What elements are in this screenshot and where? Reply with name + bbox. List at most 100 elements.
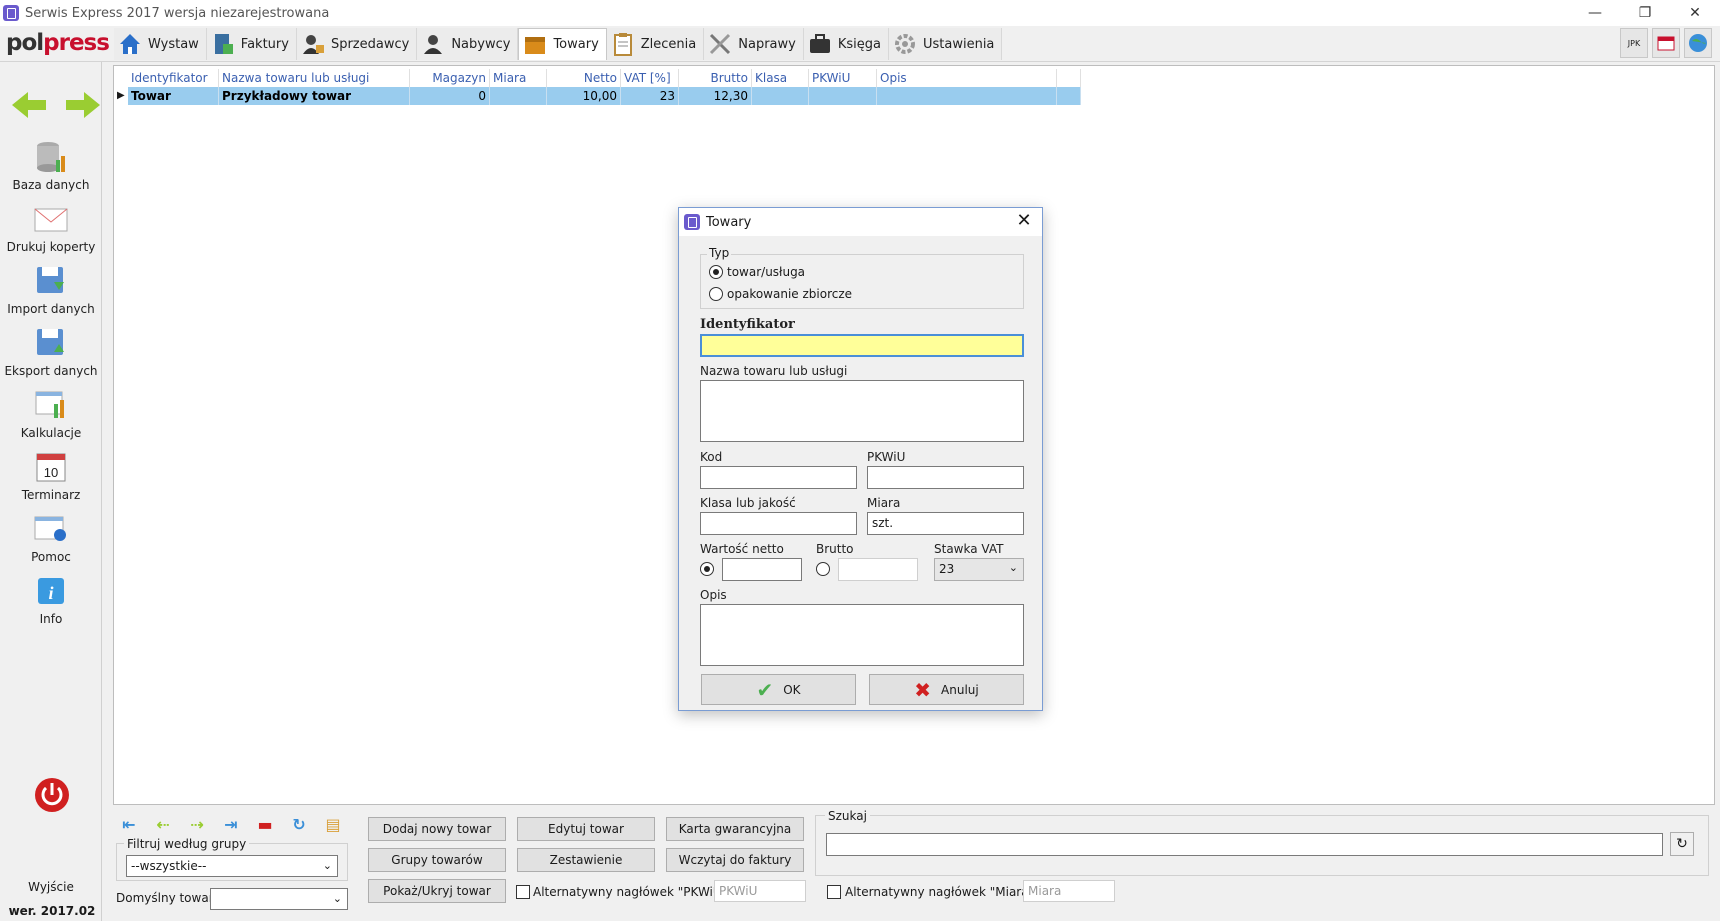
sidebar-item-label: Eksport danych — [4, 364, 98, 378]
stawka-vat-select[interactable]: 23 ⌄ — [934, 558, 1024, 581]
column-header[interactable]: Magazyn — [410, 69, 490, 87]
goods-groups-button[interactable]: Grupy towarów — [368, 848, 506, 872]
search-refresh-button[interactable]: ↻ — [1670, 832, 1694, 856]
sidebar-item-label: Kalkulacje — [20, 426, 82, 440]
svg-text:i: i — [48, 583, 53, 603]
minimize-button[interactable]: — — [1570, 0, 1620, 26]
klasa-input[interactable] — [700, 512, 857, 535]
notes-icon[interactable]: ▤ — [322, 815, 344, 834]
miara-input[interactable]: szt. — [867, 512, 1024, 535]
goods-box-icon — [523, 33, 547, 57]
kod-input[interactable] — [700, 466, 857, 489]
nazwa-textarea[interactable] — [700, 380, 1024, 442]
filter-group-select[interactable]: --wszystkie-- ⌄ — [126, 855, 338, 877]
calendar-tool-button[interactable] — [1652, 28, 1680, 58]
tools-icon — [708, 32, 732, 56]
column-header[interactable]: Klasa — [752, 69, 809, 87]
tab-wystaw[interactable]: Wystaw — [114, 28, 207, 60]
alt-miara-input[interactable]: Miara — [1023, 880, 1115, 902]
sidebar-item-import-danych[interactable]: Import danych — [0, 264, 102, 316]
type-group-title: Typ — [707, 246, 732, 260]
load-to-invoice-button[interactable]: Wczytaj do faktury — [666, 848, 804, 872]
summary-button[interactable]: Zestawienie — [517, 848, 655, 872]
radio-netto[interactable] — [700, 562, 714, 576]
last-record-icon[interactable]: ⇥ — [220, 815, 242, 834]
filter-group-title: Filtruj według grupy — [124, 837, 250, 851]
table-row[interactable]: Towar Przykładowy towar 0 10,00 23 12,30 — [128, 87, 1081, 105]
restore-button[interactable]: ❐ — [1620, 0, 1670, 26]
netto-input[interactable] — [722, 558, 802, 581]
first-record-icon[interactable]: ⇤ — [118, 815, 140, 834]
sidebar-item-eksport-danych[interactable]: Eksport danych — [0, 326, 102, 378]
history-nav — [12, 90, 100, 120]
search-input[interactable] — [826, 833, 1663, 856]
radio-brutto[interactable] — [816, 562, 830, 576]
tab-ksiega[interactable]: Księga — [803, 28, 889, 60]
delete-record-icon[interactable]: ▬ — [254, 815, 276, 834]
alt-miara-checkbox[interactable] — [827, 885, 841, 899]
sidebar-item-terminarz[interactable]: 10 Terminarz — [0, 450, 102, 502]
prev-record-icon[interactable]: ⇠ — [152, 815, 174, 834]
sidebar-item-drukuj-koperty[interactable]: Drukuj koperty — [0, 202, 102, 254]
column-header[interactable]: Miara — [490, 69, 547, 87]
ok-button[interactable]: ✔ OK — [701, 674, 856, 705]
title-bar: Serwis Express 2017 wersja niezarejestro… — [0, 0, 1720, 26]
tab-nabywcy[interactable]: Nabywcy — [417, 28, 519, 60]
tab-zlecenia[interactable]: Zlecenia — [606, 28, 705, 60]
cell-magazyn: 0 — [410, 87, 490, 105]
default-goods-select[interactable]: ⌄ — [210, 888, 348, 910]
stawka-vat-label: Stawka VAT — [934, 542, 1004, 556]
brutto-input[interactable] — [838, 558, 918, 581]
tab-naprawy[interactable]: Naprawy — [704, 28, 804, 60]
column-header[interactable]: Nazwa towaru lub usługi — [219, 69, 410, 87]
edit-goods-button[interactable]: Edytuj towar — [517, 817, 655, 841]
tab-faktury[interactable]: Faktury — [206, 28, 297, 60]
miara-label: Miara — [867, 496, 901, 510]
search-title: Szukaj — [825, 809, 870, 823]
sidebar-item-pomoc[interactable]: Pomoc — [0, 512, 102, 564]
tab-towary[interactable]: Towary — [518, 28, 607, 60]
column-header[interactable]: VAT [%] — [621, 69, 679, 87]
invoice-icon — [211, 32, 235, 56]
column-header[interactable]: Opis — [877, 69, 1057, 87]
identyfikator-input[interactable] — [700, 334, 1024, 357]
column-header[interactable]: Identyfikator — [128, 69, 219, 87]
globe-button[interactable] — [1684, 28, 1712, 58]
cancel-button[interactable]: ✖ Anuluj — [869, 674, 1024, 705]
sidebar-item-info[interactable]: i Info — [0, 574, 102, 626]
power-icon[interactable] — [33, 776, 71, 814]
jpk-button[interactable]: JPK — [1620, 28, 1648, 58]
opis-textarea[interactable] — [700, 604, 1024, 666]
warranty-card-button[interactable]: Karta gwarancyjna — [666, 817, 804, 841]
filter-group-value: --wszystkie-- — [131, 859, 207, 873]
sidebar-item-label: Import danych — [7, 302, 95, 316]
toggle-goods-button[interactable]: Pokaż/Ukryj towar — [368, 879, 506, 903]
close-icon[interactable]: ✕ — [1014, 211, 1034, 231]
forward-arrow-icon[interactable] — [66, 90, 100, 120]
help-icon — [34, 512, 68, 546]
back-arrow-icon[interactable] — [12, 90, 46, 120]
column-header[interactable]: Netto — [547, 69, 621, 87]
tab-sprzedawcy[interactable]: Sprzedawcy — [296, 28, 418, 60]
close-window-button[interactable]: ✕ — [1670, 0, 1720, 26]
alt-pkwiu-checkbox[interactable] — [516, 885, 530, 899]
column-header[interactable]: PKWiU — [809, 69, 877, 87]
column-header[interactable]: Brutto — [679, 69, 752, 87]
cell-brutto: 12,30 — [679, 87, 752, 105]
sidebar-item-baza-danych[interactable]: Baza danych — [0, 140, 102, 192]
pkwiu-input[interactable] — [867, 466, 1024, 489]
refresh-records-icon[interactable]: ↻ — [288, 815, 310, 834]
sidebar-item-kalkulacje[interactable]: Kalkulacje — [0, 388, 102, 440]
radio-towar-usluga[interactable] — [709, 265, 723, 279]
nazwa-label: Nazwa towaru lub usługi — [700, 364, 848, 378]
alt-pkwiu-input[interactable]: PKWiU — [714, 880, 806, 902]
exit-label[interactable]: Wyjście — [0, 880, 102, 894]
tab-ustawienia[interactable]: Ustawienia — [888, 28, 1003, 60]
radio-opakowanie-zbiorcze[interactable] — [709, 287, 723, 301]
add-goods-button[interactable]: Dodaj nowy towar — [368, 817, 506, 841]
cell-nazwa: Przykładowy towar — [219, 87, 410, 105]
identyfikator-label: Identyfikator — [700, 317, 795, 332]
alt-miara-label: Alternatywny nagłówek "Miara" — [845, 885, 1035, 899]
cell-opis — [877, 87, 1057, 105]
next-record-icon[interactable]: ⇢ — [186, 815, 208, 834]
